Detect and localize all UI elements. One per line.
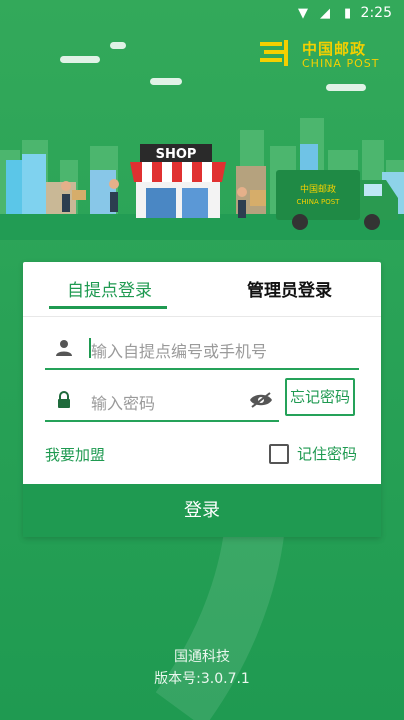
tab-pickup-login[interactable]: 自提点登录 — [67, 276, 152, 301]
account-placeholder: 输入自提点编号或手机号 — [91, 342, 268, 361]
login-tabs: 自提点登录 管理员登录 — [23, 262, 381, 317]
cloud — [150, 78, 182, 85]
join-link[interactable]: 我要加盟 — [45, 444, 105, 465]
lock-icon — [58, 391, 70, 408]
company-name: 国通科技 — [174, 649, 230, 665]
active-tab-indicator — [49, 306, 167, 309]
login-card: 自提点登录 管理员登录 输入自提点编号或手机号 输入密码 忘记密码 我要加盟 记… — [23, 262, 381, 537]
login-button[interactable]: 登录 — [23, 484, 381, 537]
wifi-icon: ▼ — [298, 6, 308, 21]
remember-password-checkbox[interactable] — [269, 444, 289, 464]
status-bar: ▼ ◢ ▮ 2:25 — [0, 0, 404, 28]
china-post-logo: 中国邮政 CHINA POST — [258, 38, 388, 72]
account-field[interactable]: 输入自提点编号或手机号 — [45, 328, 359, 370]
version-label: 版本号:3.0.7.1 — [154, 671, 250, 687]
user-icon — [56, 340, 72, 356]
tab-admin-login[interactable]: 管理员登录 — [247, 276, 332, 301]
truck-logo-cn: 中国邮政 — [300, 183, 336, 195]
logo-english: CHINA POST — [302, 57, 380, 70]
password-field[interactable]: 输入密码 — [45, 380, 279, 422]
cloud — [326, 84, 366, 91]
china-post-emblem-icon — [260, 40, 288, 66]
remember-password-label[interactable]: 记住密码 — [297, 443, 357, 464]
battery-icon: ▮ — [344, 6, 352, 21]
cloud — [60, 56, 100, 63]
status-time: 2:25 — [360, 5, 392, 21]
logo-chinese: 中国邮政 — [302, 40, 367, 58]
signal-icon: ◢ — [320, 6, 330, 21]
truck-logo-en: CHINA POST — [297, 198, 341, 206]
city-illustration: SHOP 中国邮政 CHINA POST — [0, 118, 404, 240]
cloud — [110, 42, 126, 49]
password-placeholder: 输入密码 — [91, 394, 156, 413]
shop-sign: SHOP — [156, 147, 197, 162]
forgot-password-button[interactable]: 忘记密码 — [285, 378, 355, 416]
hide-password-icon[interactable] — [249, 391, 273, 409]
